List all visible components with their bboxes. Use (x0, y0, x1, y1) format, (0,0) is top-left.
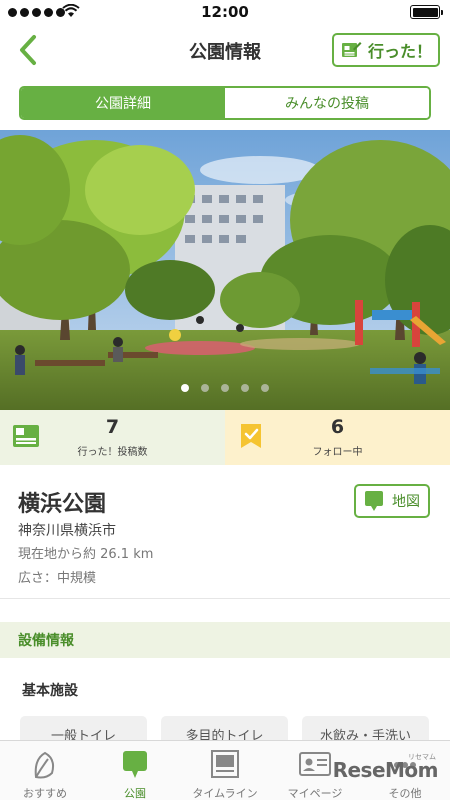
map-button[interactable]: 地図 (354, 484, 430, 518)
tab-recommended[interactable]: おすすめ (0, 741, 90, 800)
segmented-control: 公園詳細 みんなの投稿 (19, 86, 431, 120)
tab-timeline[interactable]: タイムライン (180, 741, 270, 800)
went-posts-count: 7 (105, 416, 120, 438)
leaf-icon (34, 751, 55, 779)
park-distance: 現在地から約 26.1 km (18, 547, 154, 562)
carousel-dots[interactable] (0, 384, 450, 392)
carousel-dot-active[interactable] (181, 384, 189, 392)
tab-label: マイページ (287, 787, 343, 800)
stats-row: 7 行った！投稿数 6 フォロー中 (0, 410, 450, 465)
went-card-icon (341, 42, 362, 57)
carousel-dot[interactable] (201, 384, 209, 392)
tab-label: その他 (388, 787, 422, 800)
tab-everyone-posts[interactable]: みんなの投稿 (225, 88, 429, 118)
tab-label: おすすめ (23, 787, 67, 800)
park-address: 神奈川県横浜市 (18, 523, 116, 539)
facilities-section-header: 設備情報 (0, 622, 450, 658)
id-card-icon (299, 752, 331, 776)
park-name: 横浜公園 (18, 492, 107, 517)
tab-label: タイムライン (192, 787, 258, 800)
went-posts-label: 行った！投稿数 (77, 447, 148, 458)
park-sign-icon (123, 751, 147, 778)
carousel-dot[interactable] (241, 384, 249, 392)
park-size: 広さ：中規模 (18, 571, 97, 586)
went-button-label: 行った！ (367, 42, 432, 61)
following-label: フォロー中 (312, 447, 363, 458)
park-photo[interactable] (0, 130, 450, 410)
status-time: 12:00 (201, 3, 249, 21)
resemom-watermark: ReseMom (332, 758, 439, 782)
went-posts-stat[interactable]: 7 行った！投稿数 (0, 410, 225, 465)
park-photo-illustration (0, 130, 450, 410)
following-count: 6 (330, 416, 345, 438)
tab-park[interactable]: 公園 (90, 741, 180, 800)
following-stat[interactable]: 6 フォロー中 (225, 410, 450, 465)
divider (0, 598, 450, 599)
carousel-dot[interactable] (221, 384, 229, 392)
map-pin-icon (365, 491, 383, 511)
tab-park-details[interactable]: 公園詳細 (21, 88, 225, 118)
map-button-label: 地図 (392, 494, 420, 510)
carousel-dot[interactable] (261, 384, 269, 392)
status-bar: 12:00 (0, 0, 450, 24)
battery-icon (410, 5, 443, 19)
timeline-icon (211, 750, 239, 778)
went-button[interactable]: 行った！ (332, 33, 440, 67)
tab-label: 公園 (124, 787, 146, 800)
navigation-bar: 公園情報 行った！ (0, 24, 450, 76)
basic-facilities-heading: 基本施設 (22, 683, 78, 699)
